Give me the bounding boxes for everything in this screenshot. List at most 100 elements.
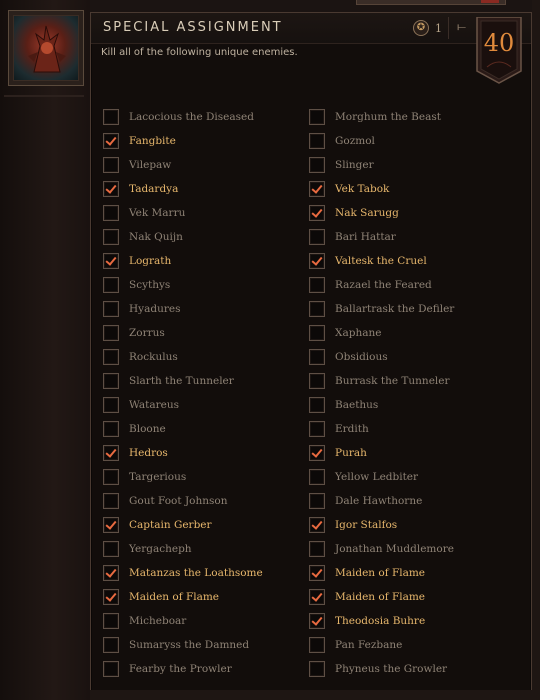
demon-figure-icon xyxy=(28,25,66,73)
enemy-checkbox[interactable] xyxy=(309,229,325,245)
enemy-checkbox[interactable] xyxy=(309,109,325,125)
enemy-name: Nak Sarugg xyxy=(335,207,399,219)
enemy-checkbox[interactable] xyxy=(103,157,119,173)
enemy-name: Lograth xyxy=(129,255,172,267)
enemy-checkbox[interactable] xyxy=(103,493,119,509)
enemy-checkbox-checked[interactable] xyxy=(103,181,119,197)
left-rail xyxy=(0,0,90,700)
enemy-checkbox[interactable] xyxy=(309,301,325,317)
enemy-checkbox-checked[interactable] xyxy=(309,205,325,221)
enemy-checkbox-checked[interactable] xyxy=(309,589,325,605)
enemy-name: Targerious xyxy=(129,471,187,483)
enemy-checkbox[interactable] xyxy=(103,469,119,485)
enemy-checkbox-checked[interactable] xyxy=(103,517,119,533)
enemy-row: Dale Hawthorne xyxy=(309,489,454,513)
enemy-checkbox[interactable] xyxy=(103,325,119,341)
rail-divider xyxy=(4,95,84,97)
enemy-name: Captain Gerber xyxy=(129,519,212,531)
enemy-row: Lograth xyxy=(103,249,263,273)
enemy-name: Gout Foot Johnson xyxy=(129,495,228,507)
enemy-checkbox-checked[interactable] xyxy=(309,181,325,197)
enemy-row: Jonathan Muddlemore xyxy=(309,537,454,561)
enemy-checkbox-checked[interactable] xyxy=(309,253,325,269)
panel-header: SPECIAL ASSIGNMENT ✪ 1 ⟝ xyxy=(91,13,531,44)
enemy-checkbox[interactable] xyxy=(309,133,325,149)
enemy-row: Watareus xyxy=(103,393,263,417)
enemy-checkbox[interactable] xyxy=(103,277,119,293)
assignment-portrait-frame[interactable] xyxy=(8,10,84,86)
enemy-row: Valtesk the Cruel xyxy=(309,249,454,273)
enemy-checkbox-checked[interactable] xyxy=(309,517,325,533)
enemy-checkbox-checked[interactable] xyxy=(103,589,119,605)
enemy-row: Rockulus xyxy=(103,345,263,369)
enemy-row: Tadardya xyxy=(103,177,263,201)
enemy-row: Hyadures xyxy=(103,297,263,321)
enemy-row: Morghum the Beast xyxy=(309,105,454,129)
enemy-checkbox[interactable] xyxy=(103,397,119,413)
reward-count: 1 xyxy=(435,21,442,35)
enemy-name: Fearby the Prowler xyxy=(129,663,232,675)
enemy-checkbox[interactable] xyxy=(103,109,119,125)
enemy-row: Vilepaw xyxy=(103,153,263,177)
enemy-checkbox[interactable] xyxy=(309,661,325,677)
enemy-name: Maiden of Flame xyxy=(335,591,426,603)
enemy-checkbox[interactable] xyxy=(103,637,119,653)
enemy-row: Captain Gerber xyxy=(103,513,263,537)
enemy-checkbox[interactable] xyxy=(309,637,325,653)
enemy-checkbox[interactable] xyxy=(103,661,119,677)
enemy-checkbox[interactable] xyxy=(309,157,325,173)
enemy-checkbox[interactable] xyxy=(103,421,119,437)
enemy-name: Razael the Feared xyxy=(335,279,432,291)
enemy-checkbox-checked[interactable] xyxy=(309,565,325,581)
enemy-checkbox-checked[interactable] xyxy=(309,613,325,629)
enemy-checkbox[interactable] xyxy=(309,469,325,485)
enemy-checkbox-checked[interactable] xyxy=(103,253,119,269)
enemy-row: Slinger xyxy=(309,153,454,177)
collapse-icon[interactable]: ⟝ xyxy=(457,20,466,34)
enemy-checkbox-checked[interactable] xyxy=(103,133,119,149)
enemy-checkbox[interactable] xyxy=(309,421,325,437)
enemy-checkbox[interactable] xyxy=(309,397,325,413)
enemy-checkbox[interactable] xyxy=(103,541,119,557)
enemy-checkbox[interactable] xyxy=(309,325,325,341)
level-number: 40 xyxy=(483,29,515,57)
enemy-checkbox[interactable] xyxy=(103,205,119,221)
enemy-row: Yergacheph xyxy=(103,537,263,561)
enemy-name: Gozmol xyxy=(335,135,375,147)
enemy-checkbox-checked[interactable] xyxy=(103,565,119,581)
enemy-row: Matanzas the Loathsome xyxy=(103,561,263,585)
enemy-name: Jonathan Muddlemore xyxy=(335,543,454,555)
assignment-description: Kill all of the following unique enemies… xyxy=(101,47,298,58)
enemy-row: Hedros xyxy=(103,441,263,465)
enemy-checkbox-checked[interactable] xyxy=(103,445,119,461)
enemy-name: Lacocious the Diseased xyxy=(129,111,254,123)
enemy-row: Lacocious the Diseased xyxy=(103,105,263,129)
enemy-name: Matanzas the Loathsome xyxy=(129,567,263,579)
enemy-checkbox[interactable] xyxy=(103,373,119,389)
enemy-checkbox[interactable] xyxy=(103,229,119,245)
enemy-checkbox[interactable] xyxy=(103,301,119,317)
enemy-checkbox[interactable] xyxy=(309,541,325,557)
enemy-row: Fangbite xyxy=(103,129,263,153)
enemy-checkbox-checked[interactable] xyxy=(309,445,325,461)
enemy-checkbox[interactable] xyxy=(103,613,119,629)
enemy-name: Slarth the Tunneler xyxy=(129,375,234,387)
enemy-name: Burrask the Tunneler xyxy=(335,375,450,387)
enemy-name: Vilepaw xyxy=(129,159,172,171)
enemy-checkbox[interactable] xyxy=(309,349,325,365)
enemy-name: Yellow Ledbiter xyxy=(335,471,419,483)
enemy-row: Razael the Feared xyxy=(309,273,454,297)
enemy-row: Xaphane xyxy=(309,321,454,345)
enemy-row: Gout Foot Johnson xyxy=(103,489,263,513)
enemy-list-left: Lacocious the Diseased Fangbite Vilepaw Tad… xyxy=(103,105,263,681)
enemy-checkbox[interactable] xyxy=(309,373,325,389)
enemy-name: Dale Hawthorne xyxy=(335,495,423,507)
enemy-checkbox[interactable] xyxy=(309,277,325,293)
enemy-name: Vek Tabok xyxy=(335,183,390,195)
enemy-checkbox[interactable] xyxy=(309,493,325,509)
enemy-row: Theodosia Buhre xyxy=(309,609,454,633)
reward-indicator: ✪ 1 xyxy=(413,18,442,38)
enemy-list-right: Morghum the Beast Gozmol Slinger Vek Tabok N… xyxy=(309,105,454,681)
enemy-checkbox[interactable] xyxy=(103,349,119,365)
enemy-name: Valtesk the Cruel xyxy=(335,255,427,267)
